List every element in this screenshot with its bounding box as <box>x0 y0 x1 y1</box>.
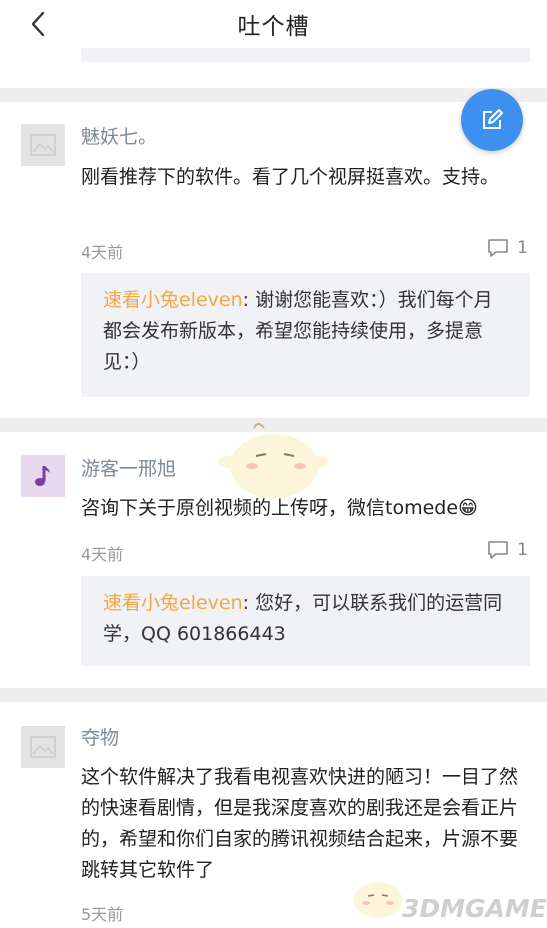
comment-icon <box>488 239 508 257</box>
avatar[interactable] <box>21 726 65 768</box>
reply-count-button[interactable]: 1 <box>487 540 528 560</box>
comment-content: 刚看推荐下的软件。看了几个视屏挺喜欢。支持。 <box>81 166 500 188</box>
separator <box>0 88 547 102</box>
image-placeholder-icon <box>30 736 56 758</box>
chevron-left-icon <box>31 11 45 37</box>
back-button[interactable] <box>26 10 50 38</box>
comment-username[interactable]: 魅妖七。 <box>81 122 157 149</box>
comment-time: 4天前 <box>81 545 124 564</box>
reply-count: 1 <box>517 238 528 258</box>
previous-comment-tail <box>0 48 547 88</box>
mascot-watermark <box>218 423 328 498</box>
grin-emoji: 😁 <box>458 497 478 519</box>
comment-time: 5天前 <box>81 905 124 924</box>
comment-content: 这个软件解决了我看电视喜欢快进的陋习！一目了然的快速看剧情，但是我深度喜欢的剧我… <box>81 766 519 881</box>
comment-username[interactable]: 游客一邢旭 <box>81 454 176 481</box>
comment-time: 4天前 <box>81 243 124 262</box>
reply-count-button[interactable]: 1 <box>487 238 528 258</box>
mascot-watermark <box>354 882 402 918</box>
comment-username[interactable]: 夺物 <box>81 723 119 750</box>
page-title: 吐个槽 <box>237 14 310 40</box>
comment-icon <box>488 541 508 559</box>
reply-box: 速看小兔eleven: 谢谢您能喜欢：）我们每个月都会发布新版本，希望您能持续使… <box>81 273 530 397</box>
reply-author[interactable]: 速看小兔eleven <box>103 592 243 614</box>
compose-button[interactable] <box>461 89 523 151</box>
avatar[interactable] <box>21 455 65 497</box>
reply-author[interactable]: 速看小兔eleven <box>103 289 243 311</box>
avatar[interactable] <box>21 124 65 166</box>
reply-count: 1 <box>517 540 528 560</box>
comment-item: 魅妖七。 刚看推荐下的软件。看了几个视屏挺喜欢。支持。 4天前 1 速看小兔el… <box>0 102 547 418</box>
separator <box>0 688 547 702</box>
watermark-text: 3DMGAME <box>402 894 547 923</box>
top-bar: 吐个槽 <box>0 0 547 48</box>
music-note-icon <box>35 466 50 486</box>
previous-reply-box <box>81 48 530 62</box>
image-placeholder-icon <box>30 134 56 156</box>
reply-box: 速看小兔eleven: 您好，可以联系我们的运营同学，QQ 601866443 <box>81 576 530 666</box>
edit-icon <box>483 109 503 129</box>
